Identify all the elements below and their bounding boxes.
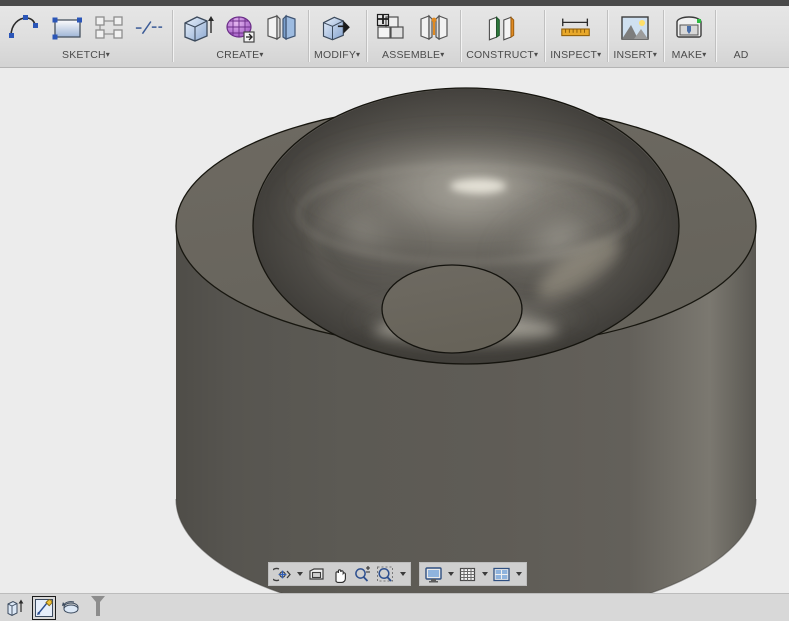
chevron-down-icon[interactable]: ▾: [702, 50, 706, 59]
ribbon-panel-inspect: INSPECT▾: [544, 6, 607, 67]
fit-icon[interactable]: [375, 564, 396, 584]
zoom-icon[interactable]: [352, 564, 373, 584]
chevron-down-icon[interactable]: ▾: [440, 50, 444, 59]
display-settings-icon[interactable]: [423, 564, 444, 584]
display-settings-caret[interactable]: [446, 564, 455, 584]
rectangle-sketch-icon[interactable]: [50, 10, 86, 48]
timeline-marker[interactable]: [88, 595, 108, 621]
create-form-icon[interactable]: [222, 10, 258, 48]
ribbon-panel-label[interactable]: MAKE▾: [672, 49, 707, 62]
ribbon-panel-label[interactable]: INSERT▾: [613, 49, 657, 62]
timeline-sketch-feature[interactable]: [32, 595, 56, 620]
ribbon-panel-label[interactable]: SKETCH▾: [62, 49, 110, 62]
chevron-down-icon[interactable]: ▾: [653, 50, 657, 59]
grid-snaps-icon[interactable]: [457, 564, 478, 584]
ribbon-panel-insert: INSERT▾: [607, 6, 663, 67]
ribbon-panel-addins: AD: [715, 6, 767, 67]
sketch-constraints-icon[interactable]: [92, 10, 128, 48]
ribbon-panel-sketch: SKETCH▾: [0, 6, 172, 67]
chevron-down-icon[interactable]: ▾: [259, 50, 263, 59]
ribbon-panel-label[interactable]: INSPECT▾: [550, 49, 601, 62]
timeline-extrude-feature[interactable]: [4, 596, 28, 620]
cylinder-with-toroidal-groove[interactable]: [0, 69, 789, 593]
viewports-caret[interactable]: [514, 564, 523, 584]
ribbon-panel-label[interactable]: CREATE▾: [216, 49, 263, 62]
timeline-revolve-feature[interactable]: [60, 596, 84, 620]
new-component-icon[interactable]: [374, 10, 410, 48]
ribbon-label-text: SKETCH: [61, 49, 106, 61]
ribbon-panel-label[interactable]: MODIFY▾: [314, 49, 360, 62]
press-pull-icon[interactable]: [319, 10, 355, 48]
nav-tools-group: [268, 562, 411, 586]
design-timeline[interactable]: [0, 593, 789, 621]
torus-specular-core: [450, 179, 506, 193]
ribbon-panel-label[interactable]: AD: [734, 49, 749, 61]
ribbon-panel-assemble: ASSEMBLE▾: [366, 6, 460, 67]
ribbon-panel-make: MAKE▾: [663, 6, 715, 67]
chevron-down-icon[interactable]: ▾: [106, 50, 110, 59]
ribbon-panel-construct: CONSTRUCT▾: [460, 6, 544, 67]
pan-icon[interactable]: [329, 564, 350, 584]
ribbon-label-text: CONSTRUCT: [466, 49, 534, 61]
ribbon-panel-label[interactable]: CONSTRUCT▾: [466, 49, 538, 62]
viewports-icon[interactable]: [491, 564, 512, 584]
navigation-bar: [268, 562, 527, 586]
ribbon-label-text: INSPECT: [550, 49, 598, 61]
ribbon-label-text: INSERT: [613, 49, 653, 61]
measure-icon[interactable]: [558, 10, 594, 48]
addins-placeholder-icon: [723, 10, 759, 48]
look-at-icon[interactable]: [306, 564, 327, 584]
orbit-dropdown-caret[interactable]: [295, 564, 304, 584]
insert-image-icon[interactable]: [617, 10, 653, 48]
fit-dropdown-caret[interactable]: [398, 564, 407, 584]
3d-viewport[interactable]: [0, 69, 789, 593]
ribbon-label-text: CREATE: [216, 49, 260, 61]
extrude-icon[interactable]: [180, 10, 216, 48]
ribbon-panel-modify: MODIFY▾: [308, 6, 366, 67]
ribbon-label-text: AD: [733, 49, 749, 61]
create-sketch-icon[interactable]: [8, 10, 44, 48]
sketch-dimension-icon[interactable]: [134, 10, 164, 48]
ribbon-panel-create: CREATE▾: [172, 6, 308, 67]
ribbon-label-text: MODIFY: [314, 49, 357, 61]
fusion-application-window: SKETCH▾ CREATE▾ MODIFY▾ ASSEMBLE▾ CONSTR…: [0, 0, 789, 621]
ribbon-label-text: ASSEMBLE: [382, 49, 441, 61]
chevron-down-icon[interactable]: ▾: [534, 50, 538, 59]
3d-print-icon[interactable]: [671, 10, 707, 48]
ribbon-label-text: MAKE: [671, 49, 703, 61]
mirror-pattern-icon[interactable]: [264, 10, 300, 48]
offset-plane-icon[interactable]: [484, 10, 520, 48]
joint-icon[interactable]: [416, 10, 452, 48]
orbit-icon[interactable]: [272, 564, 293, 584]
ribbon-panel-label[interactable]: ASSEMBLE▾: [382, 49, 444, 62]
ribbon-toolbar: SKETCH▾ CREATE▾ MODIFY▾ ASSEMBLE▾ CONSTR…: [0, 6, 789, 68]
chevron-down-icon[interactable]: ▾: [597, 50, 601, 59]
display-tools-group: [419, 562, 527, 586]
grid-snaps-caret[interactable]: [480, 564, 489, 584]
chevron-down-icon[interactable]: ▾: [356, 50, 360, 59]
